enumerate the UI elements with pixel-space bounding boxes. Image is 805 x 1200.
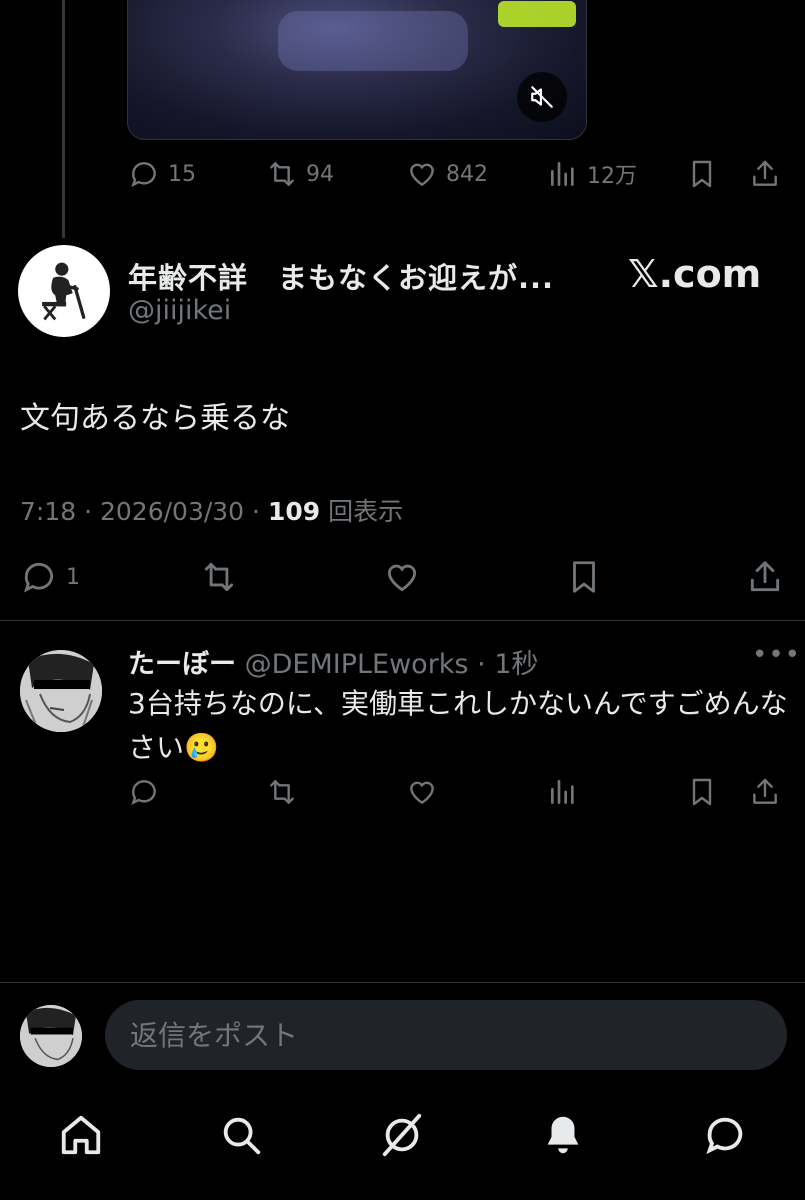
reply-icon xyxy=(23,562,54,593)
reply-button[interactable] xyxy=(128,776,160,808)
repost-icon xyxy=(204,562,234,592)
tweet-text: 文句あるなら乗るな xyxy=(20,401,290,436)
bookmark-button[interactable] xyxy=(565,558,603,596)
share-icon xyxy=(753,160,777,186)
views-label: 回表示 xyxy=(328,497,404,526)
repost-count: 94 xyxy=(306,161,334,187)
manga-face-avatar xyxy=(20,1005,82,1067)
tab-grok[interactable] xyxy=(377,1110,427,1160)
like-button[interactable] xyxy=(406,776,438,808)
share-button[interactable] xyxy=(749,158,781,190)
reply-icon xyxy=(131,780,156,806)
reply-separator: · xyxy=(468,649,495,680)
search-icon xyxy=(223,1117,261,1155)
tweet-time: 7:18 xyxy=(20,497,77,526)
messages-icon xyxy=(706,1117,743,1155)
like-button[interactable]: 842 xyxy=(406,158,488,190)
repost-icon xyxy=(270,162,294,186)
views-number: 109 xyxy=(267,497,321,526)
share-icon xyxy=(753,778,777,804)
views-button[interactable] xyxy=(547,776,579,808)
repost-button[interactable]: 94 xyxy=(266,158,334,190)
reply-header: たーぼー @DEMIPLEworks · 1秒 xyxy=(128,642,538,681)
reply-text: 3台持ちなのに、実働車これしかないんですごめんなさい🥲 xyxy=(128,687,788,764)
share-icon xyxy=(750,561,780,592)
views-button[interactable]: 12万 xyxy=(547,158,637,190)
tweet-meta: 7:18 · 2026/03/30 · 109 回表示 xyxy=(20,492,403,528)
manga-face-avatar xyxy=(20,650,102,732)
video-frame-shape xyxy=(278,11,468,71)
tweet-date[interactable]: 2026/03/30 xyxy=(100,497,244,526)
reply-author-avatar[interactable] xyxy=(20,650,102,732)
reply-input[interactable] xyxy=(105,1000,787,1070)
bookmark-button[interactable] xyxy=(686,776,718,808)
analytics-icon xyxy=(551,162,574,186)
heart-icon xyxy=(410,781,434,805)
views-count: 12万 xyxy=(587,164,637,189)
speaker-muted-icon xyxy=(531,86,553,108)
author-handle[interactable]: @jiijikei xyxy=(128,295,231,326)
share-button[interactable] xyxy=(749,776,781,808)
mute-button[interactable] xyxy=(517,72,567,122)
bookmark-icon xyxy=(692,778,712,806)
more-options-icon[interactable]: ••• xyxy=(752,640,801,670)
divider xyxy=(0,620,805,621)
tab-search[interactable] xyxy=(216,1110,266,1160)
notifications-icon xyxy=(547,1116,579,1154)
heart-icon xyxy=(410,163,434,187)
author-avatar[interactable] xyxy=(18,245,110,337)
bookmark-icon xyxy=(692,160,712,188)
share-button[interactable] xyxy=(746,558,784,596)
repost-icon xyxy=(270,780,294,804)
reply-button[interactable]: 1 xyxy=(20,558,80,596)
bookmark-button[interactable] xyxy=(686,158,718,190)
repost-button[interactable] xyxy=(200,558,238,596)
reply-author-handle[interactable]: @DEMIPLEworks xyxy=(245,649,469,680)
bookmark-icon xyxy=(573,561,595,593)
meta-separator: · xyxy=(252,497,268,526)
author-name[interactable]: 年齢不詳 まもなくお迎えが... xyxy=(128,255,554,297)
heart-icon xyxy=(387,564,417,592)
tab-messages[interactable] xyxy=(700,1110,750,1160)
repost-button[interactable] xyxy=(266,776,298,808)
reply-time[interactable]: 1秒 xyxy=(494,649,538,680)
reply-count: 1 xyxy=(66,564,80,590)
tab-home[interactable] xyxy=(56,1110,106,1160)
reply-icon xyxy=(131,162,156,188)
home-icon xyxy=(61,1115,101,1155)
composer-avatar xyxy=(20,1005,82,1067)
reply-button[interactable]: 15 xyxy=(128,158,196,190)
bottom-tab-bar xyxy=(0,1100,805,1180)
divider xyxy=(0,982,805,983)
reply-count: 15 xyxy=(168,161,196,187)
elderly-person-icon xyxy=(42,262,86,321)
like-button[interactable] xyxy=(383,558,421,596)
like-count: 842 xyxy=(446,161,488,187)
tab-notifications[interactable] xyxy=(538,1110,588,1160)
video-frame-light xyxy=(498,1,576,27)
video-media[interactable] xyxy=(127,0,587,140)
x-watermark: 𝕏.com xyxy=(628,252,762,296)
grok-icon xyxy=(382,1113,422,1157)
reply-author-name[interactable]: たーぼー xyxy=(128,649,236,680)
analytics-icon xyxy=(551,780,574,804)
thread-connector xyxy=(62,0,65,238)
meta-separator: · xyxy=(84,497,100,526)
